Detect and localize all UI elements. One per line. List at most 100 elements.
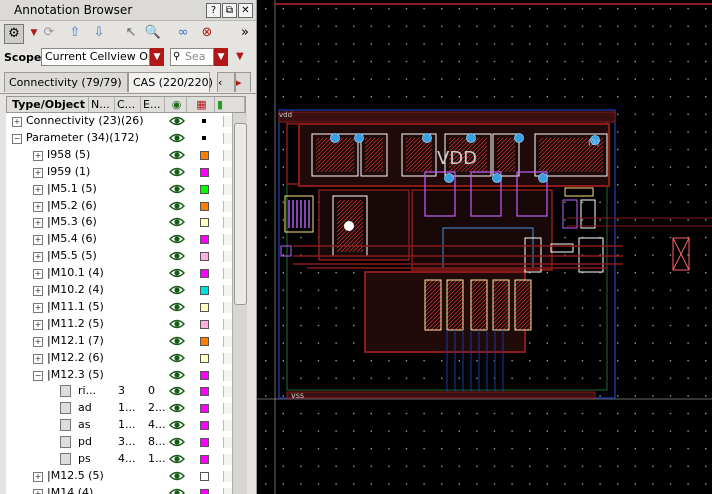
visibility-eye-icon[interactable] — [169, 436, 185, 448]
expand-icon[interactable]: + — [33, 336, 43, 347]
color-swatch[interactable] — [200, 218, 209, 228]
visibility-eye-icon[interactable] — [169, 250, 185, 262]
color-swatch[interactable] — [200, 184, 209, 194]
tab-scroll-right[interactable]: ▸ — [235, 72, 251, 92]
expand-icon[interactable]: + — [33, 150, 43, 161]
tree-row[interactable]: + |M5.1 (5) — [6, 181, 232, 198]
visibility-eye-icon[interactable] — [169, 369, 185, 381]
tree-row[interactable]: pd 3... 8... — [6, 434, 232, 451]
select-pointer-icon[interactable]: ↖ — [122, 24, 140, 42]
visibility-eye-icon[interactable] — [169, 132, 185, 144]
tree-row[interactable]: ps 4... 1... — [6, 451, 232, 468]
zoom-icon[interactable]: 🔍 — [144, 24, 162, 42]
tree-row[interactable]: + |M5.5 (5) — [6, 248, 232, 265]
flag-cell[interactable] — [223, 386, 232, 398]
color-swatch[interactable] — [200, 387, 209, 397]
tree-row[interactable]: + |M12.2 (6) — [6, 350, 232, 367]
flag-cell[interactable] — [223, 285, 232, 296]
layout-canvas[interactable]: VDD vss vdd (3) — [257, 0, 712, 494]
col-e[interactable]: E... — [141, 97, 165, 112]
expand-icon[interactable]: + — [33, 302, 43, 313]
flag-cell[interactable] — [223, 403, 232, 415]
flag-cell[interactable] — [223, 268, 232, 280]
color-swatch[interactable] — [200, 455, 209, 464]
filter-dropdown-icon[interactable]: ▼ — [236, 51, 244, 62]
flag-cell[interactable] — [223, 116, 232, 127]
tree-row[interactable]: as 1... 4... — [6, 417, 232, 434]
visibility-eye-icon[interactable] — [169, 301, 185, 313]
color-swatch[interactable] — [200, 421, 209, 431]
expand-icon[interactable]: + — [33, 471, 43, 482]
col-visibility-icon[interactable]: ◉ — [165, 97, 187, 112]
color-swatch[interactable] — [200, 438, 209, 448]
scope-select[interactable]: Current Cellview Or — [41, 48, 150, 66]
tree-row[interactable]: + I959 (1) — [6, 164, 232, 181]
flag-cell[interactable] — [223, 183, 232, 195]
color-swatch[interactable] — [200, 167, 209, 177]
flag-cell[interactable] — [223, 420, 232, 432]
float-button[interactable]: ⧉ — [222, 3, 237, 18]
search-dropdown-icon[interactable]: ▼ — [214, 48, 228, 66]
refresh-icon[interactable]: ⟳ — [40, 24, 58, 42]
expand-icon[interactable]: + — [33, 235, 43, 246]
tree-scrollbar[interactable] — [232, 113, 247, 494]
visibility-eye-icon[interactable] — [169, 166, 185, 178]
visibility-eye-icon[interactable] — [169, 453, 185, 465]
flag-cell[interactable] — [223, 437, 232, 449]
visibility-eye-icon[interactable] — [169, 385, 185, 397]
expand-icon[interactable]: + — [33, 252, 43, 263]
color-swatch[interactable] — [200, 404, 209, 414]
expand-icon[interactable]: + — [33, 319, 43, 330]
visibility-eye-icon[interactable] — [169, 402, 185, 414]
expand-icon[interactable]: + — [33, 286, 43, 296]
col-flag-icon[interactable]: ▮ — [215, 97, 245, 112]
arrow-down-icon[interactable]: ⇩ — [90, 24, 108, 42]
tree-row[interactable]: + |M12.1 (7) — [6, 333, 232, 350]
color-swatch[interactable] — [200, 488, 209, 494]
visibility-eye-icon[interactable] — [169, 115, 185, 127]
tree-row[interactable]: + |M11.2 (5) — [6, 316, 232, 333]
expand-icon[interactable]: + — [33, 184, 43, 195]
close-button[interactable]: ✕ — [238, 3, 253, 18]
visibility-eye-icon[interactable] — [169, 216, 185, 228]
col-type-object[interactable]: Type/Object — [7, 97, 89, 112]
expand-icon[interactable]: + — [33, 201, 43, 212]
color-swatch[interactable] — [200, 302, 209, 312]
show-all-icon[interactable]: ∞ — [174, 24, 192, 42]
color-swatch[interactable] — [200, 370, 209, 380]
flag-cell[interactable] — [223, 234, 232, 246]
expand-icon[interactable]: + — [33, 167, 43, 178]
flag-cell[interactable] — [223, 470, 232, 482]
color-swatch[interactable] — [200, 353, 209, 363]
more-icon[interactable]: » — [236, 24, 254, 42]
tree-row[interactable]: + I958 (5) — [6, 147, 232, 164]
color-swatch[interactable] — [200, 201, 209, 211]
visibility-eye-icon[interactable] — [169, 149, 185, 161]
visibility-eye-icon[interactable] — [169, 200, 185, 212]
hide-all-icon[interactable]: ⊗ — [198, 24, 216, 42]
tree-row[interactable]: + |M5.2 (6) — [6, 198, 232, 215]
color-swatch[interactable] — [200, 319, 209, 329]
visibility-eye-icon[interactable] — [169, 267, 185, 279]
expand-icon[interactable]: + — [33, 218, 43, 229]
color-swatch[interactable] — [200, 286, 209, 295]
tree-row[interactable]: + |M5.4 (6) — [6, 231, 232, 248]
flag-cell[interactable] — [223, 335, 232, 347]
tab-connectivity[interactable]: Connectivity (79/79) — [4, 72, 128, 92]
col-n[interactable]: N... — [89, 97, 115, 112]
flag-cell[interactable] — [223, 318, 232, 330]
tree-row[interactable]: − |M12.3 (5) — [6, 367, 232, 384]
visibility-eye-icon[interactable] — [169, 318, 185, 330]
visibility-eye-icon[interactable] — [169, 335, 185, 347]
tree-row[interactable]: + |M12.5 (5) — [6, 468, 232, 485]
flag-cell[interactable] — [223, 454, 232, 465]
settings-icon[interactable]: ⚙ — [4, 24, 24, 44]
flag-cell[interactable] — [223, 369, 232, 381]
tree-row[interactable]: ri... 3 0 — [6, 383, 232, 400]
tree-row[interactable]: + |M5.3 (6) — [6, 214, 232, 231]
visibility-eye-icon[interactable] — [169, 233, 185, 245]
flag-cell[interactable] — [223, 487, 232, 494]
visibility-eye-icon[interactable] — [169, 487, 185, 494]
color-swatch[interactable] — [200, 336, 209, 346]
visibility-eye-icon[interactable] — [169, 284, 185, 296]
